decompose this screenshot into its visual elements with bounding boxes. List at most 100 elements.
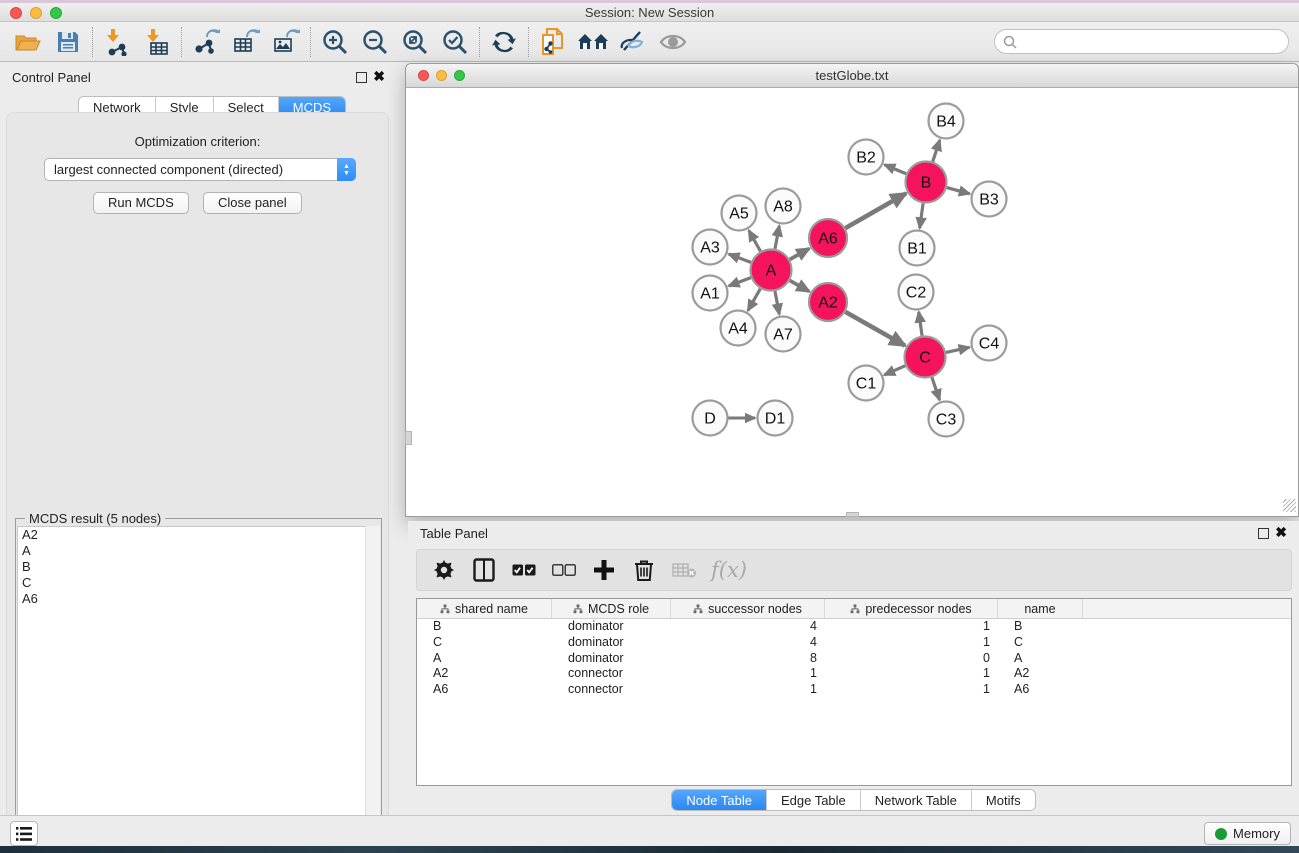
zoom-window-button[interactable] (50, 7, 62, 19)
criterion-dropdown[interactable]: largest connected component (directed) ▲… (44, 158, 356, 181)
edge-C-C4[interactable] (946, 347, 969, 352)
column-header-predecessor-nodes[interactable]: predecessor nodes (825, 599, 998, 618)
network-graph[interactable]: B4 B2 B B3 A5 A8A6 A3 B1 A A1 C2 A2 A4 A7 C4 C C1 C3 D D1 (407, 89, 1297, 516)
show-columns-button[interactable] (471, 555, 497, 585)
edge-A-A2[interactable] (790, 281, 810, 292)
task-history-button[interactable] (10, 821, 38, 846)
node-A1[interactable]: A1 (693, 276, 728, 311)
delete-table-button[interactable] (671, 555, 697, 585)
node-A4[interactable]: A4 (721, 311, 756, 346)
refresh-button[interactable] (484, 24, 524, 60)
export-network-button[interactable] (186, 24, 226, 60)
zoom-in-button[interactable] (315, 24, 355, 60)
edge-B-B4[interactable] (933, 140, 940, 162)
network-vertical-scrollbar[interactable] (405, 431, 412, 445)
node-table[interactable]: shared nameMCDS rolesuccessor nodesprede… (416, 598, 1292, 786)
import-table-button[interactable] (137, 24, 177, 60)
node-B4[interactable]: B4 (929, 104, 964, 139)
deselect-all-button[interactable] (551, 555, 577, 585)
edge-A-A6[interactable] (790, 249, 810, 260)
edge-C-C2[interactable] (919, 312, 922, 336)
close-panel-button[interactable]: Close panel (203, 192, 302, 214)
edge-A-A4[interactable] (748, 289, 760, 311)
node-C4[interactable]: C4 (972, 326, 1007, 361)
edge-B-B2[interactable] (884, 165, 906, 174)
edge-C-C3[interactable] (932, 377, 940, 400)
export-image-button[interactable] (266, 24, 306, 60)
node-A[interactable]: A (751, 250, 792, 291)
mcds-result-item[interactable]: C (18, 575, 379, 591)
mcds-result-item[interactable]: A2 (18, 527, 379, 543)
save-session-button[interactable] (48, 24, 88, 60)
select-all-button[interactable] (511, 555, 537, 585)
resize-grip[interactable] (1283, 499, 1296, 512)
table-row[interactable]: A2connector11A2 (417, 666, 1291, 682)
minimize-window-button[interactable] (30, 7, 42, 19)
search-input[interactable] (1021, 34, 1271, 49)
node-C[interactable]: C (905, 337, 946, 378)
node-A8[interactable]: A8 (766, 189, 801, 224)
node-D1[interactable]: D1 (758, 401, 793, 436)
import-network-button[interactable] (97, 24, 137, 60)
zoom-out-button[interactable] (355, 24, 395, 60)
edge-A-A1[interactable] (729, 278, 751, 286)
node-C1[interactable]: C1 (849, 366, 884, 401)
column-header-MCDS-role[interactable]: MCDS role (552, 599, 671, 618)
table-row[interactable]: Cdominator41C (417, 635, 1291, 651)
node-C3[interactable]: C3 (929, 402, 964, 437)
tab-motifs[interactable]: Motifs (972, 790, 1035, 810)
node-A3[interactable]: A3 (693, 230, 728, 265)
table-settings-button[interactable] (431, 555, 457, 585)
home-button[interactable] (573, 24, 613, 60)
edge-A-A5[interactable] (749, 230, 761, 251)
column-header-name[interactable]: name (998, 599, 1083, 618)
node-B2[interactable]: B2 (849, 140, 884, 175)
table-row[interactable]: Adominator80A (417, 651, 1291, 667)
mcds-result-item[interactable]: A (18, 543, 379, 559)
edge-A-A3[interactable] (729, 254, 751, 262)
network-canvas[interactable]: B4 B2 B B3 A5 A8A6 A3 B1 A A1 C2 A2 A4 A7 C4 C C1 C3 D D1 (407, 89, 1297, 516)
create-column-button[interactable] (591, 555, 617, 585)
node-A2[interactable]: A2 (809, 283, 847, 321)
tab-network-table[interactable]: Network Table (861, 790, 972, 810)
mcds-result-item[interactable]: A6 (18, 591, 379, 607)
mcds-result-item[interactable]: B (18, 559, 379, 575)
mcds-result-list[interactable]: A2ABCA6 (17, 526, 380, 852)
copy-network-button[interactable] (533, 24, 573, 60)
close-window-button[interactable] (10, 7, 22, 19)
table-row[interactable]: A6connector11A6 (417, 682, 1291, 698)
mcds-list-scrollbar[interactable] (365, 526, 380, 852)
search-field[interactable] (994, 29, 1289, 54)
network-horizontal-scrollbar[interactable] (846, 512, 859, 517)
edge-B-B3[interactable] (947, 188, 970, 194)
table-row[interactable]: Bdominator41B (417, 619, 1291, 635)
close-network-button[interactable] (418, 70, 429, 81)
memory-button[interactable]: Memory (1204, 822, 1291, 845)
close-table-panel-icon[interactable]: ✖ (1275, 524, 1287, 541)
show-details-button[interactable] (613, 24, 653, 60)
tab-node-table[interactable]: Node Table (672, 790, 767, 810)
run-mcds-button[interactable]: Run MCDS (93, 192, 189, 214)
column-header-shared-name[interactable]: shared name (417, 599, 552, 618)
edge-A-A8[interactable] (775, 226, 779, 249)
float-table-panel-icon[interactable] (1258, 528, 1269, 539)
node-A6[interactable]: A6 (809, 219, 847, 257)
function-builder-button[interactable]: f(x) (711, 555, 747, 585)
zoom-network-button[interactable] (454, 70, 465, 81)
open-session-button[interactable] (8, 24, 48, 60)
node-B3[interactable]: B3 (972, 182, 1007, 217)
column-header-successor-nodes[interactable]: successor nodes (671, 599, 825, 618)
node-B[interactable]: B (906, 162, 947, 203)
edge-C-C1[interactable] (884, 366, 905, 375)
node-D[interactable]: D (693, 401, 728, 436)
node-C2[interactable]: C2 (899, 275, 934, 310)
edge-A-A7[interactable] (775, 291, 779, 314)
node-B1[interactable]: B1 (900, 231, 935, 266)
node-A7[interactable]: A7 (766, 317, 801, 352)
minimize-network-button[interactable] (436, 70, 447, 81)
zoom-fit-button[interactable] (395, 24, 435, 60)
float-panel-icon[interactable] (356, 72, 367, 83)
delete-column-button[interactable] (631, 555, 657, 585)
export-table-button[interactable] (226, 24, 266, 60)
node-A5[interactable]: A5 (722, 196, 757, 231)
